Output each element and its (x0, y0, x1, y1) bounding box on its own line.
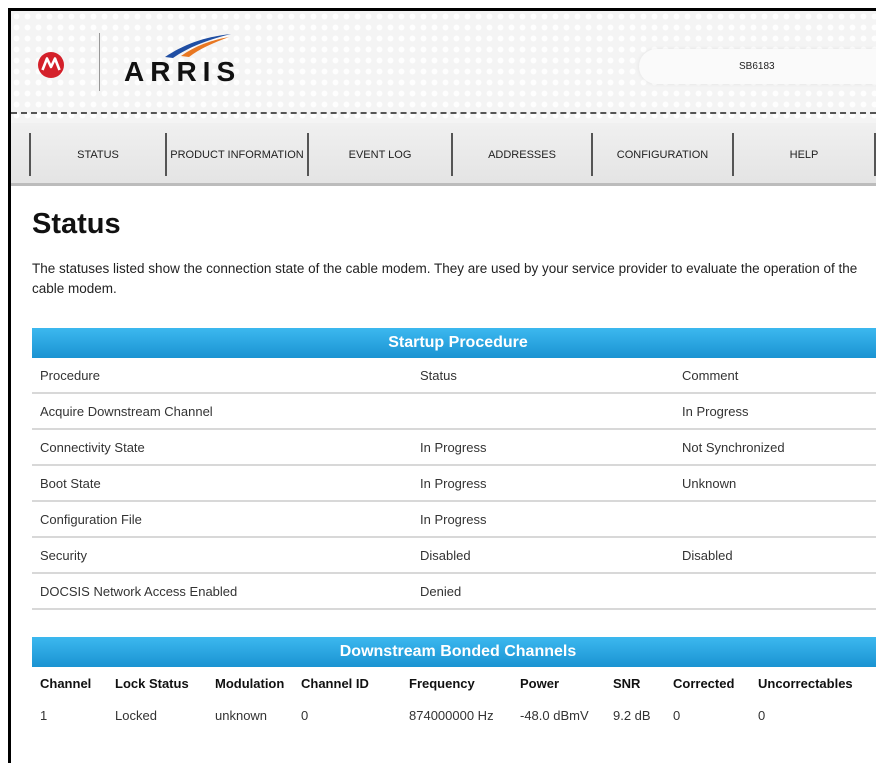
uncorrectables-cell: 0 (758, 707, 766, 723)
procedure-cell: Boot State (32, 465, 412, 502)
main-content: Status The statuses listed show the conn… (11, 208, 876, 731)
column-header: Channel (40, 675, 92, 691)
status-cell: In Progress (412, 501, 674, 538)
column-header: Uncorrectables (758, 675, 853, 691)
header-dashed-divider (11, 112, 876, 114)
column-header: Frequency (409, 675, 475, 691)
frequency-cell: 874000000 Hz (409, 707, 494, 723)
power-cell: -48.0 dBmV (520, 707, 589, 723)
comment-cell (674, 501, 876, 538)
comment-cell: Disabled (674, 537, 876, 574)
table-row: Configuration File In Progress (32, 501, 876, 538)
lock-status-cell: Locked (115, 707, 157, 723)
table-row: Security Disabled Disabled (32, 537, 876, 574)
startup-procedure-table: Startup Procedure Procedure Status Comme… (32, 328, 876, 610)
arris-swoosh-icon (165, 34, 231, 58)
status-cell: Denied (412, 573, 674, 610)
column-header: Corrected (673, 675, 735, 691)
motorola-logo-icon (38, 52, 64, 78)
column-header: Modulation (215, 675, 285, 691)
procedure-cell: Connectivity State (32, 429, 412, 466)
tab-product-information[interactable]: PRODUCT INFORMATION (167, 133, 309, 176)
table-header-row: Channel Lock Status Modulation Channel I… (32, 667, 876, 699)
downstream-table-title: Downstream Bonded Channels (32, 637, 876, 667)
modulation-cell: unknown (215, 707, 268, 723)
comment-cell: Unknown (674, 465, 876, 502)
status-cell (412, 393, 674, 430)
startup-table-title: Startup Procedure (32, 328, 876, 358)
channel-id-cell: 0 (301, 707, 309, 723)
nav-tabs: STATUS PRODUCT INFORMATION EVENT LOG ADD… (29, 133, 876, 176)
table-row: Acquire Downstream Channel In Progress (32, 393, 876, 430)
channel-cell: 1 (40, 707, 48, 723)
table-row: Connectivity State In Progress Not Synch… (32, 429, 876, 466)
column-header: SNR (613, 675, 641, 691)
page-title: Status (32, 208, 121, 240)
browser-viewport: ARRIS SB6183 STATUS PRODUCT INFORMATION … (8, 8, 876, 763)
tab-addresses[interactable]: ADDRESSES (453, 133, 593, 176)
intro-text: The statuses listed show the connection … (32, 261, 858, 296)
comment-cell (674, 573, 876, 610)
comment-cell: In Progress (674, 393, 876, 430)
column-header: Power (520, 675, 560, 691)
tab-event-log[interactable]: EVENT LOG (309, 133, 453, 176)
status-cell: Disabled (412, 537, 674, 574)
tab-configuration[interactable]: CONFIGURATION (593, 133, 734, 176)
logo-divider (99, 33, 100, 91)
model-name: SB6183 (739, 61, 775, 72)
main-navigation: STATUS PRODUCT INFORMATION EVENT LOG ADD… (11, 123, 876, 186)
model-badge: SB6183 (639, 49, 876, 84)
status-cell: In Progress (412, 429, 674, 466)
column-header: Status (412, 358, 674, 394)
table-header-row: Procedure Status Comment (32, 358, 876, 394)
procedure-cell: DOCSIS Network Access Enabled (32, 573, 412, 610)
tab-status[interactable]: STATUS (31, 133, 167, 176)
downstream-bonded-channels-table: Downstream Bonded Channels Channel Lock … (32, 637, 876, 731)
tab-help[interactable]: HELP (734, 133, 876, 176)
status-cell: In Progress (412, 465, 674, 502)
table-row: DOCSIS Network Access Enabled Denied (32, 573, 876, 610)
comment-cell: Not Synchronized (674, 429, 876, 466)
column-header: Lock Status (115, 675, 189, 691)
column-header: Channel ID (301, 675, 369, 691)
procedure-cell: Security (32, 537, 412, 574)
snr-cell: 9.2 dB (613, 707, 651, 723)
procedure-cell: Configuration File (32, 501, 412, 538)
procedure-cell: Acquire Downstream Channel (32, 393, 412, 430)
column-header: Comment (674, 358, 876, 394)
arris-wordmark: ARRIS (124, 56, 242, 87)
corrected-cell: 0 (673, 707, 681, 723)
header-banner: ARRIS SB6183 (11, 11, 876, 123)
column-header: Procedure (32, 358, 412, 394)
table-row: Boot State In Progress Unknown (32, 465, 876, 502)
table-row: 1 Locked unknown 0 874000000 Hz -48.0 dB… (32, 699, 876, 731)
